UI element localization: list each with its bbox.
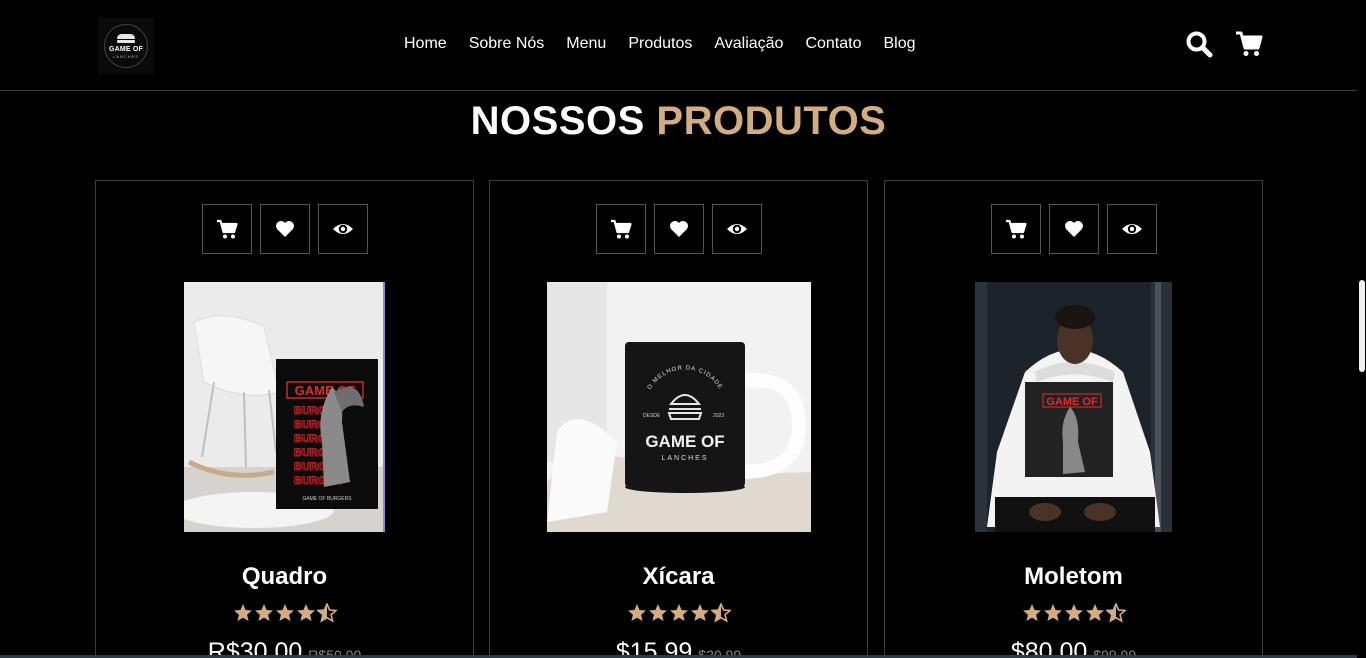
mug-right-text: 2023 [713,413,724,419]
favorite-button[interactable] [259,204,310,254]
section-title: NOSSOS PRODUTOS [0,98,1357,144]
star-icon [669,604,688,621]
product-image-quadro[interactable]: GAME OF BURGER BURGER BURGER BURGER BURG… [184,282,385,532]
quick-view-button[interactable] [1106,204,1157,254]
section-title-part2: PRODUTOS [656,99,887,143]
eye-icon [1121,224,1142,234]
main-nav: Home Sobre Nós Menu Produtos Avaliação C… [393,34,927,54]
shopping-cart-icon [1005,219,1027,239]
mug-left-text: DESDE [643,413,661,419]
product-card: GAME OF BURGER BURGER BURGER BURGER BURG… [95,180,474,658]
star-half-icon [1105,603,1126,623]
heart-icon [275,221,294,237]
star-icon [296,604,315,621]
nav-blog[interactable]: Blog [873,34,927,54]
logo-text: GAME OF [108,45,144,53]
star-icon [233,604,252,621]
product-image-xicara[interactable]: O MELHOR DA CIDADE DESDE 2023 GAME OF LA… [547,282,811,532]
brand-logo[interactable]: GAME OF LANCHES [98,18,154,74]
product-card: O MELHOR DA CIDADE DESDE 2023 GAME OF LA… [489,180,868,658]
shopping-cart-icon [216,219,238,239]
product-rating [885,603,1262,623]
nav-sobre-nos[interactable]: Sobre Nós [458,34,556,54]
card-actions [885,204,1262,254]
search-icon[interactable] [1185,30,1213,58]
star-icon [627,604,646,621]
product-rating [96,603,473,623]
star-half-icon [316,603,337,623]
page: GAME OF LANCHES Home Sobre Nós Menu Prod… [0,0,1366,658]
hoodie-text: GAME OF [1046,396,1098,408]
product-rating [490,603,867,623]
site-header: GAME OF LANCHES Home Sobre Nós Menu Prod… [0,0,1357,91]
product-name: Moletom [1024,563,1123,590]
scrollbar[interactable] [1357,0,1366,658]
star-icon [1085,604,1104,621]
nav-contato[interactable]: Contato [794,34,872,54]
add-to-cart-button[interactable] [201,204,252,254]
mug-sub-text: LANCHES [661,455,708,462]
add-to-cart-button[interactable] [990,204,1041,254]
card-actions [490,204,867,254]
section-title-part1: NOSSOS [470,99,645,143]
nav-home[interactable]: Home [393,34,458,54]
star-half-icon [710,603,731,623]
logo-badge: GAME OF LANCHES [104,24,148,68]
star-icon [1043,604,1062,621]
quick-view-button[interactable] [711,204,762,254]
add-to-cart-button[interactable] [595,204,646,254]
product-name: Quadro [241,563,328,590]
header-icons [1185,30,1263,58]
star-icon [275,604,294,621]
product-card: GAME OF Moletom $80.00 $99.99 [884,180,1263,658]
star-icon [690,604,709,621]
card-actions [96,204,473,254]
product-name: Xícara [642,563,715,590]
eye-icon [726,224,747,234]
star-icon [1064,604,1083,621]
shopping-cart-icon[interactable] [1235,30,1263,58]
scrollbar-thumb[interactable] [1359,280,1365,372]
poster-caption: GAME OF BURGERS [302,496,352,502]
heart-icon [669,221,688,237]
nav-avaliacao[interactable]: Avaliação [703,34,794,54]
mug-main-text: GAME OF [645,432,724,451]
shopping-cart-icon [610,219,632,239]
star-icon [1022,604,1041,621]
star-icon [254,604,273,621]
logo-subtext: LANCHES [113,53,139,59]
product-image-moletom[interactable]: GAME OF [975,282,1172,532]
quick-view-button[interactable] [317,204,368,254]
eye-icon [332,224,353,234]
nav-menu[interactable]: Menu [555,34,617,54]
favorite-button[interactable] [653,204,704,254]
favorite-button[interactable] [1048,204,1099,254]
heart-icon [1064,221,1083,237]
burger-icon [117,33,135,44]
nav-produtos[interactable]: Produtos [617,34,703,54]
star-icon [648,604,667,621]
